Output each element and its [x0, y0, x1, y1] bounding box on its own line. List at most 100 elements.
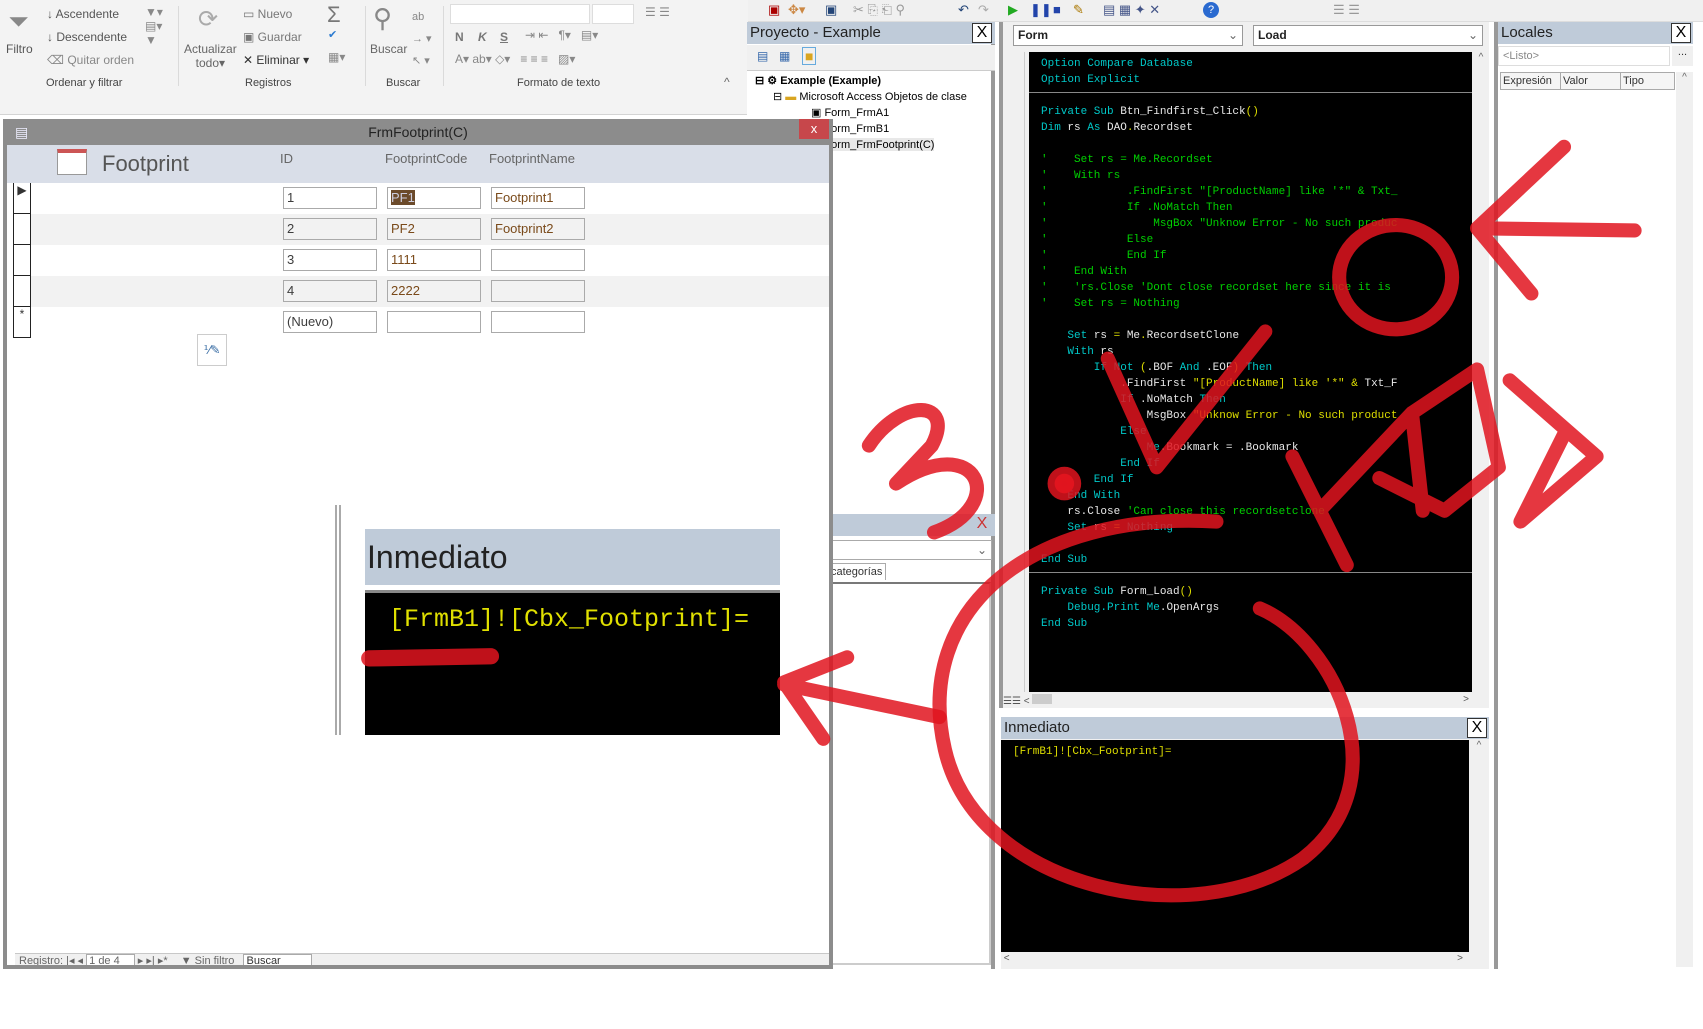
footprint-code-field[interactable]: PF2: [387, 218, 481, 240]
collapse-ribbon-icon[interactable]: ^: [724, 75, 730, 89]
filter-button[interactable]: Filtro: [6, 42, 33, 56]
view-code-icon[interactable]: ▤: [757, 49, 768, 63]
sort-descending-button[interactable]: ↓ Descendente: [47, 30, 127, 44]
access-icon[interactable]: ▣: [768, 2, 780, 18]
bold-button[interactable]: N: [455, 30, 464, 44]
column-header[interactable]: Valor: [1561, 73, 1621, 89]
vertical-scrollbar[interactable]: ^: [1471, 740, 1487, 952]
footprint-code-field[interactable]: 1111: [387, 249, 481, 271]
replace-goto-select-icons[interactable]: ab → ▾ ↖ ▾: [412, 6, 432, 72]
code-line: .FindFirst "[ProductName] like '*" & Txt…: [1041, 376, 1397, 392]
footprint-name-field[interactable]: [491, 249, 585, 271]
find-button[interactable]: Buscar: [370, 42, 407, 56]
sort-ascending-button[interactable]: ↓ Ascendente: [47, 7, 119, 21]
cut-copy-paste-find-icons[interactable]: ✂ ⎘ ⎗ ⚲: [853, 2, 905, 18]
edit-toolbar-icons[interactable]: ☰ ☰: [1333, 2, 1360, 18]
id-field[interactable]: 1: [283, 187, 377, 209]
pause-icon[interactable]: ❚❚: [1030, 2, 1052, 18]
new-record-nav-button[interactable]: ▸*: [158, 955, 168, 965]
filter-options-icons[interactable]: ▼▾ ▤▾ ▼: [145, 5, 163, 47]
close-button[interactable]: X: [972, 515, 992, 535]
italic-button[interactable]: K: [478, 30, 487, 44]
view-object-icon[interactable]: ▦: [779, 49, 790, 63]
record-selector[interactable]: [13, 214, 31, 245]
table-row[interactable]: 2 PF2 Footprint2: [13, 214, 829, 245]
vertical-scrollbar[interactable]: ^: [1676, 72, 1693, 967]
tree-item-form-a1[interactable]: ▣ Form_FrmA1: [811, 106, 889, 119]
more-icon[interactable]: ▦▾: [328, 50, 345, 64]
table-row[interactable]: 4 2222: [13, 276, 829, 307]
spelling-icon[interactable]: ✔: [328, 28, 337, 41]
id-field[interactable]: 4: [283, 280, 377, 302]
record-selector[interactable]: [13, 245, 31, 276]
procedure-combo[interactable]: Load ⌄: [1253, 25, 1483, 46]
footprint-code-field[interactable]: [387, 311, 481, 333]
footprint-name-field[interactable]: [491, 311, 585, 333]
close-button[interactable]: X: [1671, 23, 1691, 43]
new-record-button[interactable]: ▭ Nuevo: [243, 7, 292, 21]
first-record-button[interactable]: |◂: [66, 955, 74, 965]
footprint-name-field[interactable]: [491, 280, 585, 302]
column-header[interactable]: Expresión: [1501, 73, 1561, 89]
color-align-icons[interactable]: A▾ ab▾ ◇▾ ≡ ≡ ≡ ▨▾: [455, 52, 575, 66]
call-stack-button[interactable]: ...: [1672, 46, 1693, 66]
help-icon[interactable]: ?: [1203, 2, 1219, 18]
horizontal-scrollbar[interactable]: < >: [1001, 953, 1471, 967]
search-input[interactable]: Buscar: [243, 954, 312, 965]
next-record-button[interactable]: ▸: [138, 955, 144, 965]
save-icon[interactable]: ▣: [825, 2, 837, 18]
toggle-folders-icon[interactable]: ■: [802, 47, 817, 65]
tree-item-folder[interactable]: ⊟ ▬ Microsoft Access Objetos de clase: [773, 90, 967, 103]
smart-tag-icon[interactable]: ⅟✎: [197, 334, 227, 366]
table-row[interactable]: 3 1111: [13, 245, 829, 276]
footprint-code-field[interactable]: PF1: [387, 187, 481, 209]
insert-icon[interactable]: ✥▾: [788, 2, 805, 18]
clear-sort-button[interactable]: ⌫ Quitar orden: [47, 53, 134, 67]
project-explorer-icons[interactable]: ▤ ▦ ✦ ✕: [1103, 2, 1160, 18]
footprint-name-field[interactable]: Footprint1: [491, 187, 585, 209]
close-button[interactable]: x: [799, 119, 829, 139]
immediate-content[interactable]: [FrmB1]![Cbx_Footprint]=: [1001, 740, 1469, 952]
vertical-scrollbar[interactable]: ^: [1473, 52, 1489, 692]
record-position-input[interactable]: 1 de 4: [86, 954, 135, 965]
totals-icon[interactable]: Σ: [327, 2, 341, 28]
filter-status[interactable]: ▼ Sin filtro: [181, 955, 235, 965]
record-selector[interactable]: ▶: [13, 183, 31, 214]
tab-categories[interactable]: categorías: [827, 563, 887, 580]
footprint-code-field[interactable]: 2222: [387, 280, 481, 302]
undo-icon[interactable]: ↶: [958, 2, 969, 18]
run-icon[interactable]: ▶: [1008, 2, 1018, 18]
column-header[interactable]: Tipo: [1621, 73, 1646, 89]
horizontal-scrollbar[interactable]: ☰☰ < >: [1003, 694, 1489, 708]
footprint-name-field[interactable]: Footprint2: [491, 218, 585, 240]
view-icons[interactable]: ☰☰: [1003, 696, 1021, 707]
indent-icons[interactable]: ⇥ ⇤ ¶▾ ▤▾: [525, 28, 598, 42]
redo-icon[interactable]: ↷: [978, 2, 989, 18]
code-line: Private Sub Form_Load(): [1041, 584, 1193, 600]
refresh-all-button[interactable]: Actualizar todo▾: [184, 42, 237, 70]
font-size-combo[interactable]: [592, 4, 634, 24]
design-mode-icon[interactable]: ✎: [1073, 2, 1084, 18]
record-navigation-bar: Registro: |◂ ◂ 1 de 4 ▸ ▸| ▸* ▼ Sin filt…: [15, 953, 829, 965]
table-row[interactable]: ▶ 1 PF1 Footprint1: [13, 183, 829, 214]
close-button[interactable]: X: [1467, 718, 1487, 738]
code-token: Set: [1041, 330, 1094, 342]
object-combo[interactable]: Form ⌄: [1013, 25, 1243, 46]
id-field[interactable]: (Nuevo): [283, 311, 377, 333]
underline-button[interactable]: S: [500, 30, 508, 44]
prev-record-button[interactable]: ◂: [78, 955, 84, 965]
font-name-combo[interactable]: [450, 4, 590, 24]
id-field[interactable]: 3: [283, 249, 377, 271]
code-editor[interactable]: Option Compare Database Option Explicit Pr…: [1029, 52, 1472, 692]
table-row[interactable]: * (Nuevo): [13, 307, 829, 338]
save-button[interactable]: ▣ Guardar: [243, 30, 302, 44]
record-selector[interactable]: *: [13, 307, 31, 338]
tree-item-project[interactable]: ⊟ ⚙ Example (Example): [755, 74, 881, 87]
record-selector[interactable]: [13, 276, 31, 307]
list-icons[interactable]: ☰ ☰: [645, 5, 670, 19]
stop-icon[interactable]: ■: [1053, 2, 1061, 17]
close-button[interactable]: X: [972, 23, 992, 43]
id-field[interactable]: 2: [283, 218, 377, 240]
delete-button[interactable]: ✕ Eliminar ▾: [243, 53, 309, 67]
last-record-button[interactable]: ▸|: [146, 955, 154, 965]
